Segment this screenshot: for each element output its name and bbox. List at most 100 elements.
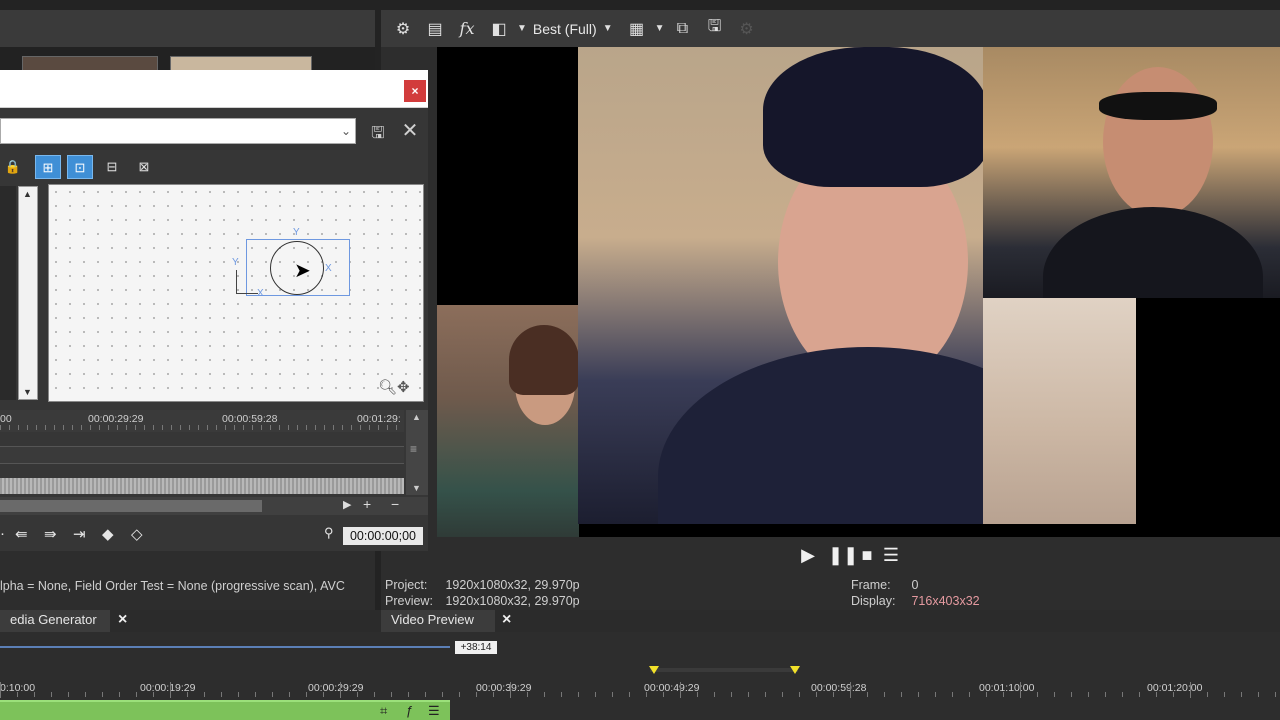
ruler-tick bbox=[324, 425, 325, 430]
lock-position-icon[interactable]: ⊠ bbox=[131, 155, 157, 179]
close-button[interactable]: × bbox=[404, 80, 426, 102]
lock-aspect-icon[interactable]: 🔒 bbox=[0, 155, 26, 179]
close-icon[interactable]: × bbox=[118, 611, 127, 629]
axis-y-label: Y bbox=[293, 227, 300, 238]
tab-video-preview[interactable]: Video Preview bbox=[381, 610, 495, 632]
gear-icon[interactable]: ⚙ bbox=[389, 15, 417, 43]
pause-icon[interactable]: ❚❚ bbox=[828, 545, 858, 565]
zoom-out-icon[interactable]: − bbox=[391, 496, 399, 512]
grid-overlay-icon[interactable]: ▦ bbox=[623, 15, 651, 43]
video-preview-window[interactable] bbox=[437, 47, 1280, 537]
preview-quality-select[interactable]: Best (Full) bbox=[531, 21, 599, 37]
loop-region[interactable] bbox=[650, 668, 798, 672]
crop-icon[interactable]: ⌗ bbox=[380, 703, 387, 719]
ruler-tick bbox=[646, 692, 647, 697]
fx-icon[interactable]: fx bbox=[453, 15, 481, 43]
ruler-tick bbox=[697, 692, 698, 697]
split-view-icon[interactable]: ◧ bbox=[485, 15, 513, 43]
ruler-tick bbox=[51, 692, 52, 697]
play-icon[interactable]: ▶ bbox=[798, 545, 818, 565]
event-menu-icon[interactable]: ☰ bbox=[428, 703, 440, 719]
zoom-in-icon[interactable]: + bbox=[363, 496, 371, 512]
ruler-tick bbox=[1020, 682, 1021, 698]
chevron-down-icon[interactable]: ▼ bbox=[23, 387, 32, 397]
ruler-tick bbox=[561, 692, 562, 697]
loop-end-marker[interactable] bbox=[790, 666, 800, 674]
video-clip-woman bbox=[437, 305, 579, 537]
keyframe-scrollbar[interactable]: ▲ ≡ ▼ bbox=[406, 410, 428, 495]
scroll-grip-icon[interactable]: ≡ bbox=[410, 442, 417, 456]
zoom-edit-tool-icon[interactable]: ⊡ bbox=[67, 155, 93, 179]
ruler-tick bbox=[243, 425, 244, 430]
ruler-tick bbox=[799, 692, 800, 697]
timecode-display[interactable]: 00:00:00;00 bbox=[343, 527, 423, 545]
ruler-tick bbox=[391, 692, 392, 697]
next-keyframe-icon[interactable]: ⇛ bbox=[44, 525, 57, 543]
normal-edit-tool-icon[interactable]: ⊞ bbox=[35, 155, 61, 179]
ruler-tick bbox=[1071, 692, 1072, 697]
chevron-up-icon[interactable]: ▲ bbox=[23, 189, 32, 199]
ruler-tick bbox=[1139, 692, 1140, 697]
timeline-event[interactable]: ⌗ ƒ ☰ bbox=[0, 700, 450, 720]
ruler-tick bbox=[68, 692, 69, 697]
delete-keyframe-icon[interactable]: ◇ bbox=[131, 525, 143, 543]
properties-list[interactable] bbox=[0, 186, 16, 400]
axis-y-label: Y bbox=[232, 257, 239, 268]
video-clip-bottom-right bbox=[983, 298, 1136, 524]
copy-snapshot-icon[interactable]: ⧉ bbox=[669, 15, 697, 43]
sync-cursor-icon[interactable]: ⚲ bbox=[324, 525, 334, 541]
fx-chain-icon[interactable]: ƒ bbox=[406, 703, 413, 718]
stop-icon[interactable]: ■ bbox=[857, 545, 877, 565]
keyframe-horizontal-scrollbar[interactable]: ▶ + − bbox=[0, 496, 428, 515]
ruler-tick bbox=[207, 425, 208, 430]
snap-to-grid-icon[interactable]: ⊟ bbox=[99, 155, 125, 179]
mask-track[interactable] bbox=[0, 478, 404, 494]
ruler-tick bbox=[17, 692, 18, 697]
tab-media-generator[interactable]: edia Generator bbox=[0, 610, 110, 632]
explorer-toolbar bbox=[0, 10, 375, 47]
ruler-tick bbox=[748, 692, 749, 697]
ruler-tick bbox=[369, 425, 370, 430]
chevron-down-icon[interactable]: ⌄ bbox=[338, 121, 354, 141]
ruler-tick bbox=[108, 425, 109, 430]
keyframe-ruler[interactable]: 00 00:00:29:29 00:00:59:28 00:01:29: bbox=[0, 410, 404, 432]
scroll-thumb[interactable] bbox=[0, 500, 262, 512]
close-icon[interactable]: × bbox=[502, 611, 511, 629]
ruler-tick bbox=[102, 692, 103, 697]
prev-keyframe-icon[interactable]: ⇚ bbox=[15, 525, 28, 543]
ruler-tick bbox=[18, 425, 19, 430]
ruler-tick bbox=[144, 425, 145, 430]
ruler-tick bbox=[342, 425, 343, 430]
ruler-tick bbox=[884, 692, 885, 697]
ruler-tick bbox=[969, 692, 970, 697]
chevron-down-icon[interactable]: ▼ bbox=[603, 23, 613, 34]
chevron-down-icon[interactable]: ▼ bbox=[412, 483, 421, 493]
position-track[interactable] bbox=[0, 446, 404, 464]
play-icon[interactable]: ▶ bbox=[343, 498, 351, 511]
ruler-tick bbox=[289, 692, 290, 697]
add-keyframe-icon[interactable]: ◆ bbox=[102, 525, 114, 543]
project-value: 1920x1080x32, 29.970p bbox=[445, 578, 580, 592]
last-keyframe-icon[interactable]: ⇥ bbox=[73, 525, 86, 543]
ruler-tick bbox=[0, 425, 1, 430]
ruler-tick bbox=[90, 425, 91, 430]
preview-value: 1920x1080x32, 29.970p bbox=[445, 594, 580, 608]
ruler-tick bbox=[1275, 692, 1276, 697]
chevron-down-icon[interactable]: ▼ bbox=[517, 23, 527, 34]
save-preset-icon[interactable]: 🖫 bbox=[368, 122, 388, 142]
top-strip bbox=[0, 0, 1280, 10]
dialog-title-bar[interactable] bbox=[0, 70, 428, 108]
project-info: Project: 1920x1080x32, 29.970p bbox=[385, 578, 580, 592]
split-screen-icon[interactable]: ▤ bbox=[421, 15, 449, 43]
preset-select[interactable] bbox=[0, 118, 356, 144]
chevron-down-icon[interactable]: ▼ bbox=[655, 23, 665, 34]
ruler-tick bbox=[357, 692, 358, 697]
chevron-up-icon[interactable]: ▲ bbox=[412, 412, 421, 422]
properties-scrollbar[interactable]: ▲ ▼ bbox=[18, 186, 38, 400]
delete-preset-icon[interactable]: ✕ bbox=[400, 120, 420, 142]
ruler-tick bbox=[162, 425, 163, 430]
menu-icon[interactable]: ☰ bbox=[881, 545, 901, 565]
zoom-icon[interactable]: 🔍︎✥ bbox=[378, 378, 410, 396]
loop-start-marker[interactable] bbox=[649, 666, 659, 674]
save-snapshot-icon[interactable]: 🖫 bbox=[701, 15, 729, 43]
